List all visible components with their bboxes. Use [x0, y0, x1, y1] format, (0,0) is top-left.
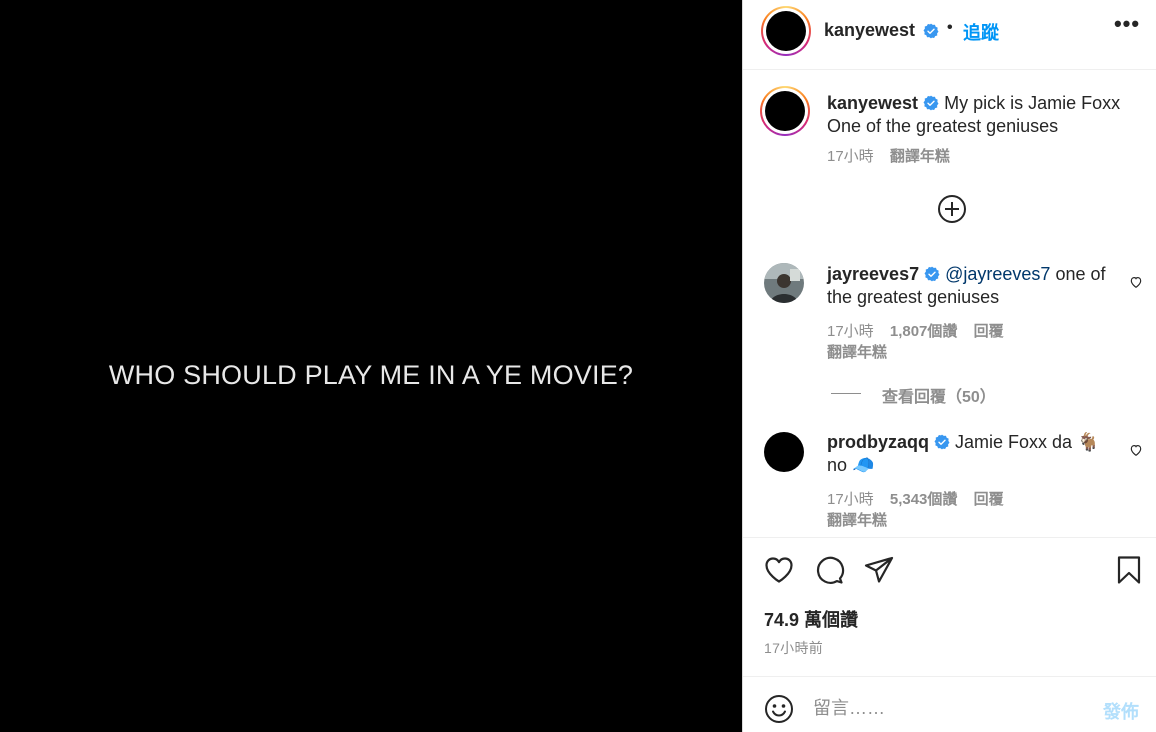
- author-avatar[interactable]: [761, 6, 811, 56]
- comments-list[interactable]: kanyewest My pick is Jamie Foxx One of t…: [743, 70, 1156, 537]
- view-replies-button[interactable]: 查看回覆（50）: [882, 383, 996, 407]
- comment-meta: 17小時 5,343個讚 回覆: [827, 488, 1004, 509]
- comment-time[interactable]: 17小時: [827, 491, 874, 508]
- verified-badge-icon: [923, 23, 939, 39]
- save-bookmark-icon[interactable]: [1113, 554, 1145, 586]
- verified-badge-icon: [934, 434, 950, 450]
- share-paper-plane-icon[interactable]: [863, 554, 895, 586]
- comment-translate-link[interactable]: 翻譯年糕: [827, 344, 887, 361]
- media-caption-text: WHO SHOULD PLAY ME IN A YE MOVIE?: [108, 359, 634, 390]
- post-timestamp[interactable]: 17小時前: [764, 638, 823, 658]
- comment-username[interactable]: prodbyzaqq: [827, 432, 929, 452]
- comment-composer: 發佈: [743, 676, 1156, 732]
- comment-reply-button[interactable]: 回覆: [974, 491, 1004, 508]
- comment-time[interactable]: 17小時: [827, 323, 874, 340]
- caption-meta: 17小時 翻譯年糕: [827, 145, 950, 166]
- caption-author-avatar[interactable]: [760, 86, 810, 136]
- comment-like-count[interactable]: 5,343個讚: [890, 491, 958, 508]
- comment-username[interactable]: jayreeves7: [827, 264, 919, 284]
- comment-avatar[interactable]: [764, 432, 804, 472]
- verified-badge-icon: [923, 95, 939, 111]
- comment-like-count[interactable]: 1,807個讚: [890, 323, 958, 340]
- comment-body: prodbyzaqq Jamie Foxx da 🐐 no 🧢: [827, 431, 1117, 477]
- view-replies-divider: [831, 393, 861, 394]
- comment-body: jayreeves7 @jayreeves7 one of the greate…: [827, 263, 1117, 309]
- comment-input[interactable]: [813, 693, 1083, 723]
- more-options-icon: •••: [1113, 11, 1141, 36]
- caption-username[interactable]: kanyewest: [827, 93, 918, 113]
- comment-translate: 翻譯年糕: [827, 509, 887, 530]
- post-side-panel: kanyewest • 追蹤 ••• kanyewest My pick is …: [742, 0, 1156, 732]
- author-username[interactable]: kanyewest: [824, 20, 915, 41]
- post-viewer: WHO SHOULD PLAY ME IN A YE MOVIE? kanyew…: [0, 0, 1156, 732]
- comment-meta: 17小時 1,807個讚 回覆: [827, 320, 1004, 341]
- like-heart-icon[interactable]: [763, 554, 795, 586]
- post-actions: 74.9 萬個讚 17小時前: [743, 537, 1156, 677]
- post-media[interactable]: WHO SHOULD PLAY ME IN A YE MOVIE?: [0, 0, 742, 732]
- verified-badge-icon: [924, 266, 940, 282]
- comment-translate-link[interactable]: 翻譯年糕: [827, 512, 887, 529]
- follow-button[interactable]: 追蹤: [963, 19, 999, 45]
- comment-translate: 翻譯年糕: [827, 341, 887, 362]
- header-separator: •: [947, 19, 953, 36]
- post-header: kanyewest • 追蹤 •••: [743, 0, 1156, 70]
- comment-reply-button[interactable]: 回覆: [974, 323, 1004, 340]
- avatar-photo-icon: [764, 263, 804, 303]
- caption-time[interactable]: 17小時: [827, 148, 874, 165]
- comment-avatar[interactable]: [764, 263, 804, 303]
- load-more-comments-icon[interactable]: [937, 194, 967, 224]
- caption-translate-link[interactable]: 翻譯年糕: [890, 148, 950, 165]
- emoji-smiley-icon[interactable]: [764, 694, 794, 724]
- comment-like-heart-icon[interactable]: [1129, 443, 1143, 457]
- comment-mention-link[interactable]: @jayreeves7: [945, 264, 1050, 284]
- comment-bubble-icon[interactable]: [813, 554, 845, 586]
- post-like-count[interactable]: 74.9 萬個讚: [764, 606, 858, 632]
- more-options-button[interactable]: •••: [1113, 11, 1141, 42]
- caption: kanyewest My pick is Jamie Foxx One of t…: [827, 92, 1147, 138]
- post-comment-button[interactable]: 發佈: [1103, 698, 1139, 724]
- comment-like-heart-icon[interactable]: [1129, 275, 1143, 289]
